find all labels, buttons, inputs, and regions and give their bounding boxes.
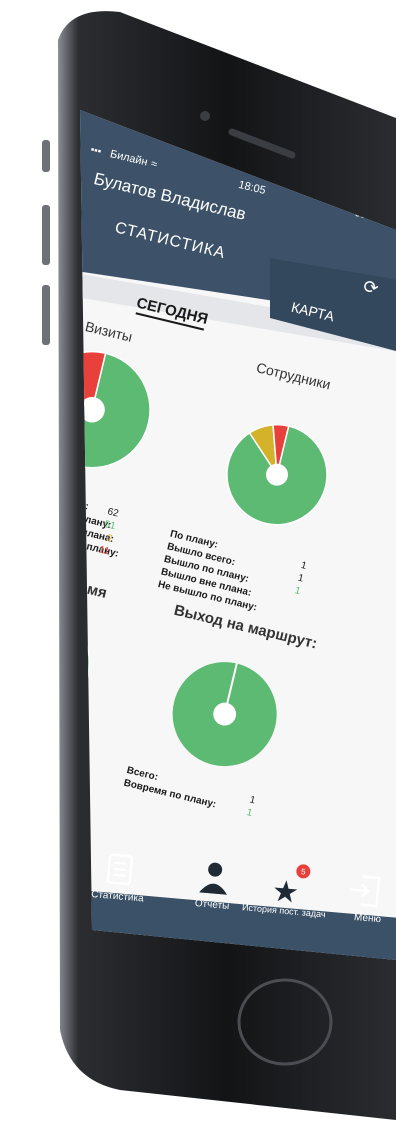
front-camera-icon: [200, 111, 210, 121]
avg-time-label-0: Время работы:: [0, 722, 28, 751]
avg-time-stats: Время работы: 6:11В точках из плана:5:50: [0, 722, 63, 772]
avg-time-value-0: 6:11: [41, 745, 62, 760]
document-icon-line1: [114, 861, 127, 865]
avg-time-pie-slice-2: [14, 602, 45, 663]
avg-time-pie-slice-1: [0, 598, 44, 663]
phone-mockup: ▪▪▪ Билайн ≈ 18:05 55 % Булатов Владисла…: [0, 11, 396, 1121]
side-button-mute: [42, 140, 50, 172]
document-icon-line3: [113, 873, 126, 877]
avg-time-value-1: 5:50: [37, 757, 59, 772]
side-button-volume-down: [42, 285, 50, 345]
side-button-volume-up: [42, 205, 50, 265]
avg-time-label-1: В точках из плана:: [0, 736, 42, 768]
avg-time-pie-center: [16, 647, 47, 678]
document-icon-line2: [113, 867, 126, 871]
